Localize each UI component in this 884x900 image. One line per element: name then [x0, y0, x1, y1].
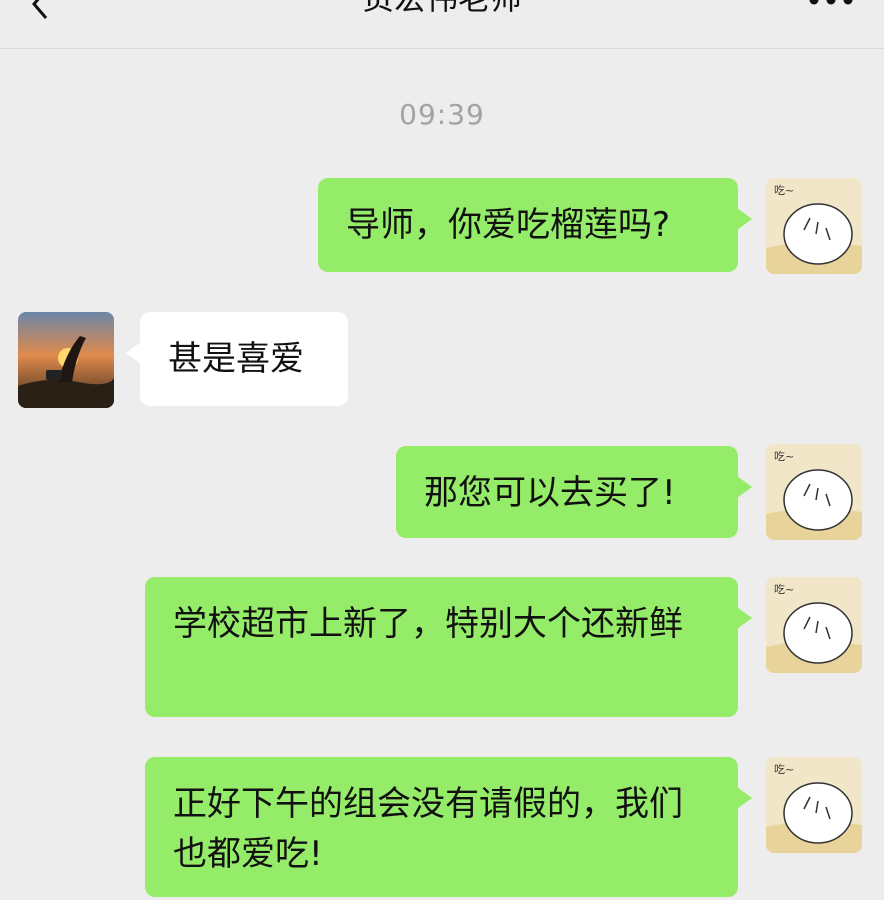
message-bubble-received[interactable]: 甚是喜爱 [126, 312, 348, 406]
svg-text:吃~: 吃~ [774, 583, 794, 596]
my-avatar[interactable]: 吃~ [766, 444, 862, 540]
my-avatar[interactable]: 吃~ [766, 757, 862, 853]
chat-header: 贡宏伟老师 [0, 0, 884, 49]
svg-text:吃~: 吃~ [774, 763, 794, 776]
more-dots-icon[interactable] [806, 0, 856, 10]
svg-text:吃~: 吃~ [774, 450, 794, 463]
message-bubble-sent[interactable]: 正好下午的组会没有请假的，我们也都爱吃! [145, 757, 752, 897]
message-text: 学校超市上新了，特别大个还新鲜 [173, 604, 683, 644]
message-text: 甚是喜爱 [168, 339, 304, 379]
message-bubble-sent[interactable]: 学校超市上新了，特别大个还新鲜 [145, 577, 752, 717]
message-text: 那您可以去买了! [424, 473, 676, 513]
svg-text:吃~: 吃~ [774, 184, 794, 197]
my-avatar[interactable]: 吃~ [766, 178, 862, 274]
message-bubble-sent[interactable]: 导师，你爱吃榴莲吗? [318, 178, 752, 272]
message-text: 导师，你爱吃榴莲吗? [346, 205, 671, 245]
chat-title: 贡宏伟老师 [0, 0, 884, 18]
my-avatar[interactable]: 吃~ [766, 577, 862, 673]
message-timestamp: 09:39 [399, 98, 485, 131]
message-text: 正好下午的组会没有请假的，我们也都爱吃! [173, 784, 683, 874]
teacher-avatar[interactable] [18, 312, 114, 408]
message-bubble-sent[interactable]: 那您可以去买了! [396, 446, 752, 538]
